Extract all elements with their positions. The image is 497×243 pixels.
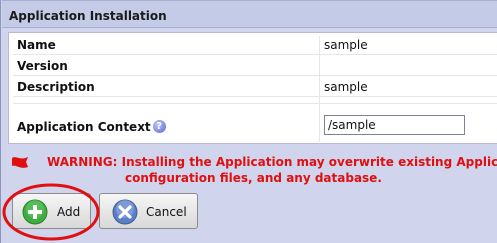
name-value: sample bbox=[324, 38, 368, 52]
name-row: Name sample bbox=[13, 33, 497, 55]
name-label: Name bbox=[17, 38, 56, 52]
description-label: Description bbox=[17, 80, 95, 94]
cancel-button[interactable]: Cancel bbox=[99, 193, 198, 229]
application-context-input[interactable] bbox=[324, 115, 465, 135]
red-highlight-ellipse bbox=[2, 183, 100, 241]
application-context-label: Application Context? bbox=[17, 120, 166, 134]
cancel-button-label: Cancel bbox=[146, 205, 187, 219]
application-installation-panel: Application Installation Name sample Ver… bbox=[0, 0, 497, 243]
panel-title: Application Installation bbox=[9, 9, 167, 23]
properties-table: Name sample Version Description sample A… bbox=[8, 32, 497, 144]
description-value: sample bbox=[324, 80, 368, 94]
version-row: Version bbox=[13, 55, 497, 76]
warning-line-1: WARNING: Installing the Application may … bbox=[47, 155, 497, 169]
warning-line-2: configuration files, and any database. bbox=[125, 171, 382, 185]
blue-x-icon bbox=[112, 199, 138, 225]
panel-header: Application Installation bbox=[2, 0, 497, 28]
spacer-row bbox=[13, 97, 497, 104]
red-flag-icon bbox=[12, 157, 28, 168]
version-label: Version bbox=[17, 59, 68, 73]
description-row: Description sample bbox=[13, 76, 497, 97]
question-icon[interactable]: ? bbox=[152, 120, 166, 133]
